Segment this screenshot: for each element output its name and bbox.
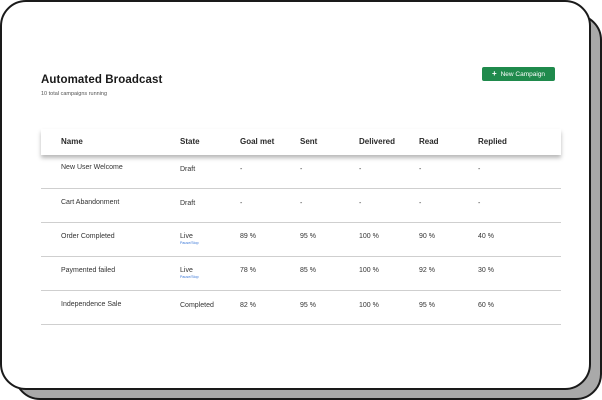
sent-value: 95 % (300, 233, 316, 240)
replied-value: 40 % (478, 233, 494, 240)
page-title: Automated Broadcast (41, 74, 163, 86)
campaign-name[interactable]: New User Welcome (61, 164, 123, 171)
read-value: - (419, 166, 422, 173)
read-value: 90 % (419, 233, 435, 240)
pause-stop-link[interactable]: Pause/Stop (180, 241, 199, 245)
table-row[interactable]: Paymented failed Live Pause/Stop 78 % 85… (41, 257, 561, 291)
campaign-state: Draft (180, 200, 195, 207)
sent-value: - (300, 200, 303, 207)
sent-value: - (300, 166, 303, 173)
replied-value: 30 % (478, 267, 494, 274)
campaign-state: Live Pause/Stop (180, 267, 199, 279)
new-campaign-label: New Campaign (500, 70, 546, 78)
plus-icon: + (491, 69, 497, 78)
goal-met-value: - (240, 200, 243, 207)
table-row[interactable]: Cart Abandonment Draft - - - - - (41, 189, 561, 223)
column-header-read[interactable]: Read (419, 137, 439, 146)
table-row[interactable]: Independence Sale Completed 82 % 95 % 10… (41, 291, 561, 325)
replied-value: 60 % (478, 302, 494, 309)
column-header-state[interactable]: State (180, 137, 200, 146)
read-value: 95 % (419, 302, 435, 309)
read-value: - (419, 200, 422, 207)
column-header-goal-met[interactable]: Goal met (240, 137, 274, 146)
page-subtitle: 10 total campaigns running (41, 91, 108, 97)
pause-stop-link[interactable]: Pause/Stop (180, 275, 199, 279)
replied-value: - (478, 200, 481, 207)
campaign-name[interactable]: Independence Sale (61, 301, 121, 308)
goal-met-value: 78 % (240, 267, 256, 274)
replied-value: - (478, 166, 481, 173)
state-label: Live (180, 267, 193, 274)
campaign-name[interactable]: Paymented failed (61, 267, 115, 274)
delivered-value: 100 % (359, 302, 379, 309)
campaign-state: Live Pause/Stop (180, 233, 199, 245)
campaign-state: Draft (180, 166, 195, 173)
state-label: Draft (180, 200, 196, 207)
state-label: Completed (180, 302, 214, 309)
state-label: Draft (180, 166, 196, 173)
read-value: 92 % (419, 267, 435, 274)
sent-value: 85 % (300, 267, 316, 274)
goal-met-value: 82 % (240, 302, 256, 309)
broadcast-card: Automated Broadcast 10 total campaigns r… (0, 0, 591, 390)
goal-met-value: 89 % (240, 233, 256, 240)
column-header-replied[interactable]: Replied (478, 137, 507, 146)
column-header-sent[interactable]: Sent (300, 137, 317, 146)
delivered-value: - (359, 166, 362, 173)
sent-value: 95 % (300, 302, 316, 309)
goal-met-value: - (240, 166, 243, 173)
delivered-value: 100 % (359, 267, 379, 274)
new-campaign-button[interactable]: + New Campaign (482, 67, 555, 81)
state-label: Live (180, 233, 193, 240)
campaign-name[interactable]: Cart Abandonment (61, 199, 119, 206)
campaign-name[interactable]: Order Completed (61, 233, 115, 240)
table-row[interactable]: Order Completed Live Pause/Stop 89 % 95 … (41, 223, 561, 257)
column-header-name[interactable]: Name (61, 137, 83, 146)
delivered-value: - (359, 200, 362, 207)
column-header-delivered[interactable]: Delivered (359, 137, 395, 146)
table-header: Name State Goal met Sent Delivered Read … (41, 129, 561, 155)
delivered-value: 100 % (359, 233, 379, 240)
table-row[interactable]: New User Welcome Draft - - - - - (41, 155, 561, 189)
campaign-state: Completed (180, 302, 214, 309)
